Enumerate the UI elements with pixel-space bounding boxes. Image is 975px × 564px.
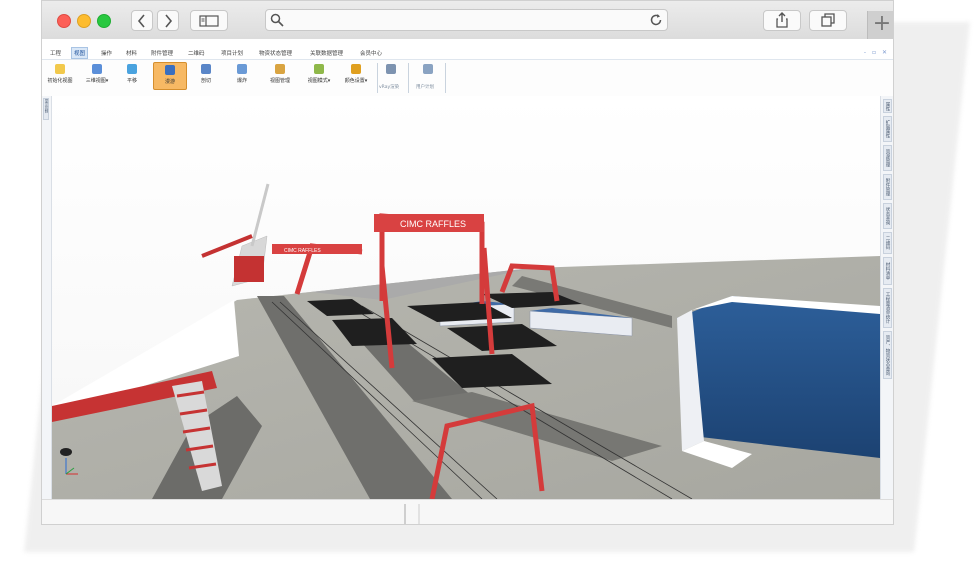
new-tab-button[interactable]: + xyxy=(867,11,893,39)
tab-project-plan[interactable]: 项目计划 xyxy=(221,49,243,57)
3d-viewport[interactable]: CIMC RAFFLES CIMC RAFFLES xyxy=(52,96,880,499)
section-icon xyxy=(201,64,211,74)
splitter-handle[interactable] xyxy=(418,504,420,524)
pan-button[interactable]: 平移 xyxy=(119,62,145,90)
app-window-controls[interactable]: - ▫ ✕ xyxy=(864,49,889,56)
3d-view-button[interactable]: 三维视图▾ xyxy=(82,62,112,90)
minimize-window-button[interactable] xyxy=(77,14,91,28)
color-settings-button[interactable]: 颜色设置▾ xyxy=(339,62,373,90)
address-bar[interactable] xyxy=(265,9,668,31)
tab-operation[interactable]: 操作 xyxy=(101,49,112,57)
sidebar-toggle-button[interactable] xyxy=(190,10,228,31)
walk-icon xyxy=(165,65,175,75)
group-label-plan: 用户计划 xyxy=(416,85,434,90)
share-button[interactable] xyxy=(763,10,801,31)
init-view-icon xyxy=(55,64,65,74)
right-panel: 属性 扩展属性 资源管理 附件管理 状态查询 二维码 材料清单 工程量清单统计 … xyxy=(880,96,893,499)
back-button[interactable] xyxy=(131,10,153,31)
ribbon-toolbar: 初始化视图 三维视图▾ 平移 漫游 剖切 爆炸 视图管理 视图模式▾ 颜色设置▾… xyxy=(42,59,893,97)
tab-attachments[interactable]: 附件管理 xyxy=(151,49,173,57)
right-tab-properties[interactable]: 属性 xyxy=(883,99,892,113)
crane-base xyxy=(234,256,264,282)
gantry-sign-left: CIMC RAFFLES xyxy=(284,248,321,254)
tab-material[interactable]: 材料 xyxy=(126,49,137,57)
blue-workshop xyxy=(677,296,880,458)
reload-icon[interactable] xyxy=(649,13,663,27)
sidebar-icon xyxy=(199,15,219,27)
group-label-render: vRay渲染 xyxy=(379,85,400,90)
tabs-icon xyxy=(821,13,835,27)
splitter-handle[interactable] xyxy=(404,504,406,524)
gantry-sign-main: CIMC RAFFLES xyxy=(400,219,466,229)
view-manage-icon xyxy=(275,64,285,74)
ribbon-separator xyxy=(445,63,446,93)
right-tab-extended-props[interactable]: 扩展属性 xyxy=(883,116,892,142)
browser-window: + 工程 视图 操作 材料 附件管理 二维码 项目计划 物资状态管理 关联数据管… xyxy=(41,0,894,525)
explode-icon xyxy=(237,64,247,74)
app-area: 工程 视图 操作 材料 附件管理 二维码 项目计划 物资状态管理 关联数据管理 … xyxy=(42,39,893,499)
walk-button[interactable]: 漫游 xyxy=(153,62,187,90)
chevron-left-icon xyxy=(137,14,145,28)
right-tab-qrcode[interactable]: 二维码 xyxy=(883,232,892,254)
tab-qrcode[interactable]: 二维码 xyxy=(188,49,205,57)
ribbon-separator xyxy=(377,63,378,93)
tab-project[interactable]: 工程 xyxy=(50,49,61,57)
tabs-overview-button[interactable] xyxy=(809,10,847,31)
color-settings-icon xyxy=(351,64,361,74)
3d-view-icon xyxy=(92,64,102,74)
pan-icon xyxy=(127,64,137,74)
right-tab-material-list[interactable]: 材料清单 xyxy=(883,257,892,285)
tab-member-center[interactable]: 会员中心 xyxy=(360,49,382,57)
cube-icon xyxy=(386,64,396,74)
right-tab-quantity-stats[interactable]: 工程量清单统计 xyxy=(883,288,892,328)
close-window-button[interactable] xyxy=(57,14,71,28)
right-tab-resources[interactable]: 资源管理 xyxy=(883,145,892,171)
forward-button[interactable] xyxy=(157,10,179,31)
pipe-plan-icon xyxy=(423,64,433,74)
view-manage-button[interactable]: 视图管理 xyxy=(264,62,296,90)
menu-tabs: 工程 视图 操作 材料 附件管理 二维码 项目计划 物资状态管理 关联数据管理 … xyxy=(42,47,893,59)
right-tab-asset-status[interactable]: 资产、物资状态查询 xyxy=(883,331,892,379)
chevron-right-icon xyxy=(165,14,173,28)
tab-linked-data[interactable]: 关联数据管理 xyxy=(310,49,343,57)
search-icon xyxy=(270,13,284,27)
explode-button[interactable]: 爆炸 xyxy=(229,62,255,90)
browser-toolbar: + xyxy=(42,1,893,40)
tab-material-status[interactable]: 物资状态管理 xyxy=(259,49,292,57)
ribbon-separator xyxy=(408,63,409,93)
right-tab-attachments[interactable]: 附件管理 xyxy=(883,174,892,200)
view-mode-button[interactable]: 视图模式▾ xyxy=(302,62,336,90)
right-tab-status-query[interactable]: 状态查询 xyxy=(883,203,892,229)
shipyard-scene: CIMC RAFFLES CIMC RAFFLES xyxy=(52,96,880,499)
display-control-tab[interactable]: 显示控制 xyxy=(43,98,49,120)
section-button[interactable]: 剖切 xyxy=(193,62,219,90)
share-icon xyxy=(776,12,788,28)
view-mode-icon xyxy=(314,64,324,74)
maximize-window-button[interactable] xyxy=(97,14,111,28)
init-view-button[interactable]: 初始化视图 xyxy=(45,62,75,90)
bottom-bar xyxy=(42,499,893,524)
tab-view[interactable]: 视图 xyxy=(71,47,89,59)
left-panel: 显示控制 xyxy=(42,96,52,499)
